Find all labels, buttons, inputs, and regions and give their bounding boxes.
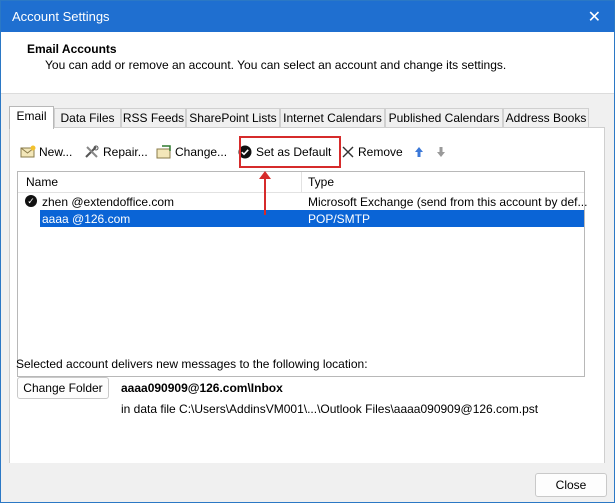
tab-email[interactable]: Email <box>9 106 54 129</box>
set-as-default-highlight <box>239 136 341 168</box>
column-type[interactable]: Type <box>308 175 334 189</box>
tab-rss-feeds[interactable]: RSS Feeds <box>121 108 186 128</box>
mail-new-icon <box>20 145 36 158</box>
account-settings-window: Account Settings ✕ Email Accounts You ca… <box>0 0 615 503</box>
data-file-path: in data file C:\Users\AddinsVM001\...\Ou… <box>121 402 539 416</box>
tab-published-calendars[interactable]: Published Calendars <box>385 108 503 128</box>
repair-label: Repair... <box>103 145 148 159</box>
account-type: POP/SMTP <box>308 212 371 226</box>
account-row-default[interactable]: ✓ zhen @extendoffice.com Microsoft Excha… <box>18 193 588 210</box>
title-bar: Account Settings ✕ <box>1 1 614 32</box>
close-window-icon[interactable]: ✕ <box>588 7 601 27</box>
column-name[interactable]: Name <box>26 175 58 189</box>
header-subtitle: You can add or remove an account. You ca… <box>45 58 507 72</box>
tools-icon <box>85 145 99 158</box>
new-label: New... <box>39 145 73 159</box>
tab-sharepoint-lists[interactable]: SharePoint Lists <box>186 108 280 128</box>
dialog-footer: Close <box>1 463 614 502</box>
tab-internet-calendars[interactable]: Internet Calendars <box>280 108 385 128</box>
dialog-header: Email Accounts You can add or remove an … <box>1 32 614 94</box>
tab-address-books[interactable]: Address Books <box>503 108 589 128</box>
arrow-up-icon <box>415 147 423 157</box>
change-icon <box>156 145 171 159</box>
arrow-down-icon <box>437 147 445 157</box>
account-name: aaaa @126.com <box>42 212 131 226</box>
x-icon <box>342 146 354 158</box>
accounts-list[interactable]: Name Type ✓ zhen @extendoffice.com Micro… <box>17 171 588 377</box>
header-title: Email Accounts <box>27 42 117 56</box>
move-down-button[interactable] <box>436 142 446 162</box>
default-check-icon: ✓ <box>25 195 37 207</box>
change-label: Change... <box>175 145 228 159</box>
account-name: zhen @extendoffice.com <box>42 195 175 209</box>
new-button[interactable]: New... <box>20 142 72 162</box>
change-folder-button[interactable]: Change Folder <box>17 377 109 399</box>
close-button[interactable]: Close <box>535 473 607 497</box>
list-header: Name Type <box>18 172 584 193</box>
remove-button[interactable]: Remove <box>342 142 403 162</box>
move-up-button[interactable] <box>414 142 424 162</box>
tab-data-files[interactable]: Data Files <box>54 108 121 128</box>
delivery-inbox-path: aaaa090909@126.com\Inbox <box>121 381 283 395</box>
change-button[interactable]: Change... <box>156 142 227 162</box>
annotation-arrow <box>264 177 266 215</box>
repair-button[interactable]: Repair... <box>84 142 148 162</box>
delivery-location-label: Selected account delivers new messages t… <box>16 357 368 371</box>
column-divider <box>301 172 302 192</box>
account-type: Microsoft Exchange (send from this accou… <box>308 195 588 209</box>
account-row-selected[interactable]: aaaa @126.com POP/SMTP <box>18 210 584 227</box>
remove-label: Remove <box>358 145 403 159</box>
window-title: Account Settings <box>12 9 110 24</box>
